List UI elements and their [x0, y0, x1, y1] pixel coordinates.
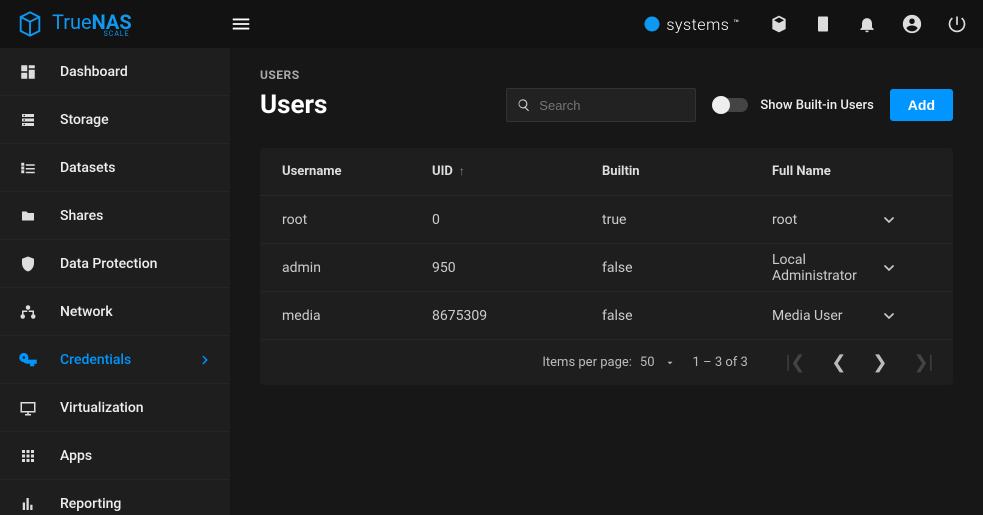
- sidebar-item-data-protection[interactable]: Data Protection: [0, 240, 230, 288]
- sidebar-nav: Dashboard Storage Datasets Shares Data P…: [0, 48, 230, 515]
- shares-icon: [18, 207, 38, 225]
- page-range: 1 – 3 of 3: [693, 355, 748, 370]
- prev-page-button[interactable]: ❮: [831, 352, 846, 373]
- col-fullname[interactable]: Full Name: [772, 164, 881, 179]
- paginator: Items per page: 50 1 – 3 of 3 |❮ ❮ ❯ ❯|: [260, 340, 953, 385]
- breadcrumb: USERS: [260, 68, 953, 82]
- expand-row-button[interactable]: [881, 308, 931, 324]
- brand-logo[interactable]: TrueNAS SCALE: [16, 10, 230, 38]
- key-icon: [18, 350, 38, 370]
- search-icon: [517, 97, 531, 113]
- power-icon[interactable]: [947, 14, 967, 34]
- sidebar-item-storage[interactable]: Storage: [0, 96, 230, 144]
- sidebar-item-credentials[interactable]: Credentials: [0, 336, 230, 384]
- sidebar-item-reporting[interactable]: Reporting: [0, 480, 230, 515]
- table-row[interactable]: root 0 true root: [260, 196, 953, 244]
- col-builtin[interactable]: Builtin: [602, 164, 772, 179]
- page-size-select[interactable]: 50: [640, 355, 675, 370]
- account-icon[interactable]: [901, 13, 923, 35]
- ixsystems-logo[interactable]: systems™: [642, 14, 739, 34]
- bell-icon[interactable]: [857, 14, 877, 34]
- search-input[interactable]: [539, 98, 685, 113]
- next-page-button[interactable]: ❯: [872, 352, 887, 373]
- sidebar-item-datasets[interactable]: Datasets: [0, 144, 230, 192]
- reporting-icon: [18, 495, 38, 513]
- cube-logo-icon: [16, 10, 44, 38]
- chevron-down-icon: [881, 308, 897, 324]
- items-per-page-label: Items per page:: [542, 355, 632, 370]
- sidebar-item-shares[interactable]: Shares: [0, 192, 230, 240]
- toggle-knob: [712, 96, 730, 114]
- sidebar-item-dashboard[interactable]: Dashboard: [0, 48, 230, 96]
- search-box[interactable]: [506, 88, 696, 122]
- chevron-down-icon: [881, 212, 897, 228]
- chevron-right-icon: [198, 353, 212, 367]
- truecommand-icon[interactable]: [769, 14, 789, 34]
- storage-icon: [18, 111, 38, 129]
- col-username[interactable]: Username: [282, 164, 432, 179]
- first-page-button[interactable]: |❮: [786, 352, 805, 373]
- virtualization-icon: [18, 399, 38, 417]
- topbar: TrueNAS SCALE systems™: [0, 0, 983, 48]
- network-icon: [18, 303, 38, 321]
- apps-icon: [18, 447, 38, 465]
- datasets-icon: [18, 159, 38, 177]
- add-button[interactable]: Add: [890, 89, 953, 121]
- table-row[interactable]: admin 950 false Local Administrator: [260, 244, 953, 292]
- page-title: Users: [260, 90, 327, 120]
- table-row[interactable]: media 8675309 false Media User: [260, 292, 953, 340]
- dropdown-arrow-icon: [665, 358, 675, 368]
- expand-row-button[interactable]: [881, 212, 931, 228]
- sidebar-item-virtualization[interactable]: Virtualization: [0, 384, 230, 432]
- dashboard-icon: [18, 63, 38, 81]
- hamburger-icon: [230, 13, 252, 35]
- last-page-button[interactable]: ❯|: [914, 352, 933, 373]
- main-content: USERS Users Show Built-in Users Add User…: [230, 48, 983, 515]
- col-uid[interactable]: UID↑: [432, 164, 602, 179]
- menu-toggle-button[interactable]: [230, 13, 252, 35]
- table-header: Username UID↑ Builtin Full Name: [260, 148, 953, 196]
- users-table: Username UID↑ Builtin Full Name root 0 t…: [260, 148, 953, 385]
- toggle-label: Show Built-in Users: [760, 98, 873, 113]
- sidebar-item-apps[interactable]: Apps: [0, 432, 230, 480]
- sidebar-item-network[interactable]: Network: [0, 288, 230, 336]
- sort-arrow-up-icon: ↑: [459, 164, 465, 178]
- shield-icon: [18, 255, 38, 273]
- chevron-down-icon: [881, 260, 897, 276]
- ix-sphere-icon: [642, 14, 662, 34]
- clipboard-icon[interactable]: [813, 14, 833, 34]
- expand-row-button[interactable]: [881, 260, 931, 276]
- show-builtin-toggle[interactable]: [714, 98, 748, 112]
